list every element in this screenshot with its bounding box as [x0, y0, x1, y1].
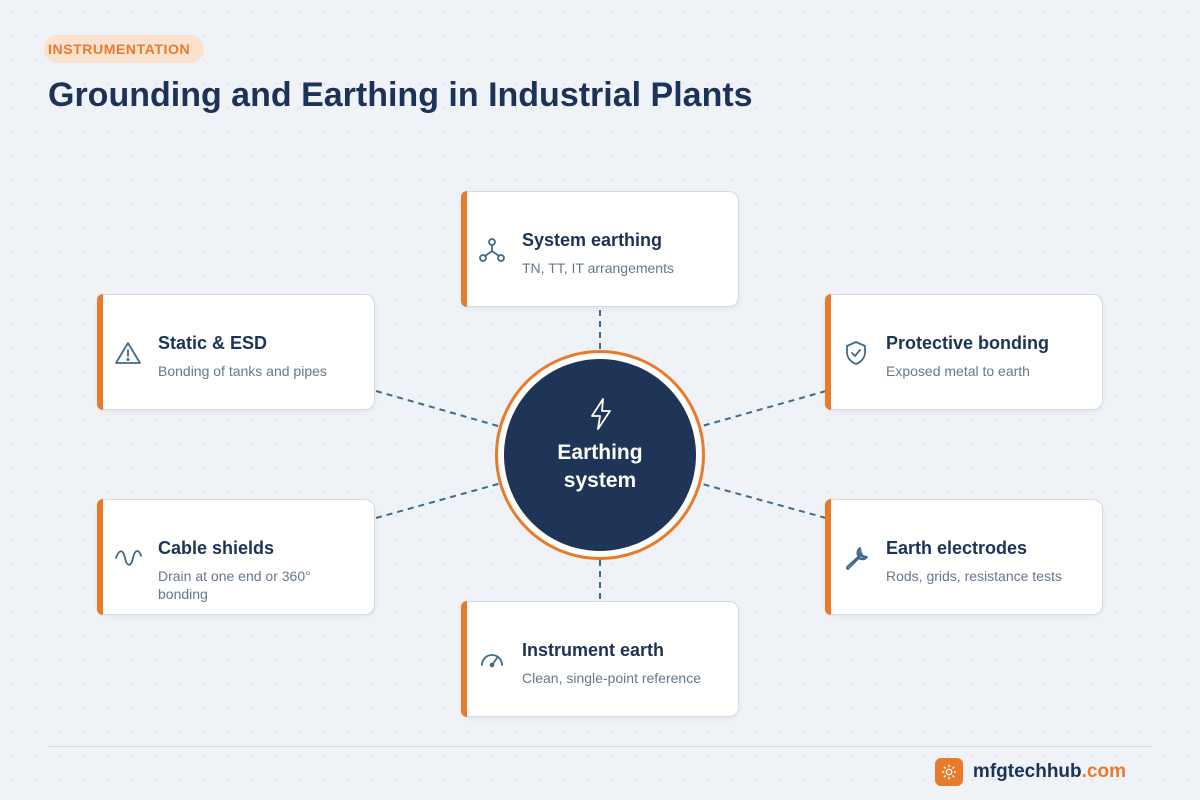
wrench-icon: [842, 544, 870, 572]
gauge-icon: [478, 646, 506, 674]
node-description: Exposed metal to earth: [886, 363, 1030, 379]
node-description: Bonding of tanks and pipes: [158, 363, 327, 379]
brand-tld: .com: [1081, 761, 1126, 782]
footer-divider: [48, 746, 1152, 747]
connector-earth-electrodes: [694, 481, 827, 519]
node-description: Rods, grids, resistance tests: [886, 568, 1062, 584]
hub-label: Earthing system: [524, 439, 676, 495]
connector-cable-shields: [375, 481, 506, 519]
card-accent-bar: [97, 499, 103, 615]
connector-protective-bonding: [694, 390, 827, 429]
node-title: System earthing: [522, 230, 663, 250]
node-description: TN, TT, IT arrangements: [522, 260, 674, 276]
gear-icon: [934, 758, 963, 786]
node-title: Cable shields: [158, 538, 275, 558]
hub-label-line1: Earthing: [557, 441, 643, 464]
card-accent-bar: [461, 601, 467, 717]
warning-triangle-icon: [114, 339, 142, 367]
network-nodes-icon: [478, 236, 506, 264]
card-accent-bar: [825, 499, 831, 615]
node-description: Drain at one end or 360° bonding: [158, 568, 311, 602]
lightning-bolt-icon: [588, 397, 614, 431]
brand-logo: mfgtechhub .com: [934, 758, 1126, 786]
sine-wave-icon: [114, 544, 142, 572]
node-card-static-esd: Static & ESD Bonding of tanks and pipes: [97, 294, 375, 410]
shield-check-icon: [842, 339, 870, 367]
hub-label-line2: system: [563, 469, 637, 492]
card-accent-bar: [825, 294, 831, 410]
node-card-earth-electrodes: Earth electrodes Rods, grids, resistance…: [825, 499, 1103, 615]
node-title: Earth electrodes: [886, 538, 1028, 558]
brand-name: mfgtechhub: [972, 761, 1082, 782]
card-accent-bar: [97, 294, 103, 410]
node-card-cable-shields: Cable shields Drain at one end or 360° b…: [97, 499, 375, 615]
node-title: Protective bonding: [886, 333, 1050, 353]
node-title: Static & ESD: [158, 333, 268, 353]
node-card-instrument-earth: Instrument earth Clean, single-point ref…: [461, 601, 739, 717]
connector-static-esd: [375, 390, 506, 429]
hub-earthing-system: Earthing system: [504, 359, 696, 551]
node-title: Instrument earth: [522, 640, 665, 660]
node-card-system-earthing: System earthing TN, TT, IT arrangements: [461, 191, 739, 307]
card-accent-bar: [461, 191, 467, 307]
node-card-protective-bonding: Protective bonding Exposed metal to eart…: [825, 294, 1103, 410]
node-description: Clean, single-point reference: [522, 670, 701, 686]
